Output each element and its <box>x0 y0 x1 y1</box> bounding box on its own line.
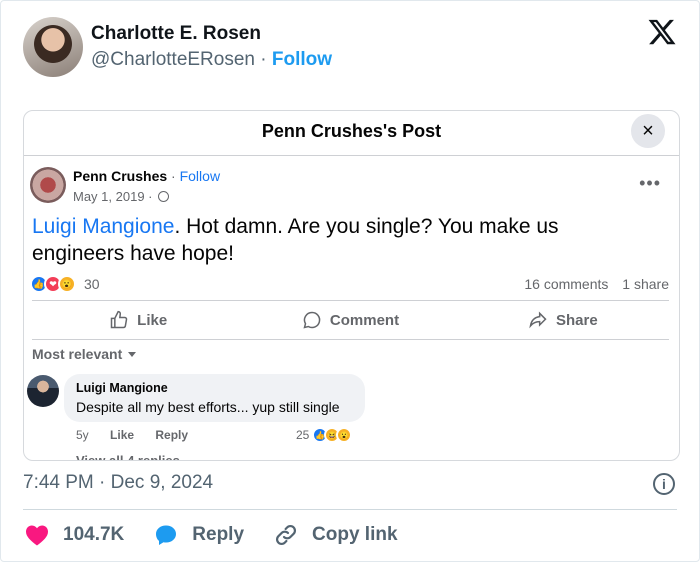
reply-label: Reply <box>192 524 245 545</box>
like-button[interactable]: Like <box>32 303 244 337</box>
comment-bubble: Luigi Mangione Despite all my best effor… <box>64 374 365 422</box>
comments-count[interactable]: 16 comments <box>524 276 608 292</box>
comment-meta: 5y Like Reply <box>76 428 206 442</box>
chevron-down-icon <box>128 352 137 357</box>
divider <box>24 155 679 156</box>
close-icon[interactable]: × <box>631 114 665 148</box>
embedded-facebook-post[interactable]: Penn Crushes's Post × Penn Crushes · Fol… <box>23 110 680 461</box>
commenter-avatar[interactable] <box>27 375 59 407</box>
author-avatar[interactable] <box>23 17 83 77</box>
comment-like-button[interactable]: Like <box>110 428 134 442</box>
copy-link-button[interactable]: Copy link <box>274 523 398 547</box>
mention-link[interactable]: Luigi Mangione <box>32 215 174 238</box>
follow-button[interactable]: Follow <box>272 49 332 70</box>
info-icon[interactable]: i <box>653 473 675 495</box>
page-follow-button[interactable]: Follow <box>180 168 220 184</box>
author-handle-line: @CharlotteERosen · Follow <box>91 49 332 71</box>
post-date: May 1, 2019 · <box>73 189 170 204</box>
comment-reaction-count: 25 <box>296 428 310 442</box>
wow-reaction-icon: 😮 <box>336 427 353 443</box>
author-handle[interactable]: @CharlotteERosen <box>91 49 255 70</box>
page-header: Penn Crushes · Follow <box>73 168 220 184</box>
reply-bubble-icon <box>156 525 177 545</box>
reaction-count: 30 <box>84 276 100 292</box>
comment-author[interactable]: Luigi Mangione <box>76 381 353 395</box>
tweet-actions: 104.7K Reply Copy link <box>25 521 428 549</box>
post-text: Luigi Mangione. Hot damn. Are you single… <box>32 213 632 267</box>
share-label: Share <box>555 311 598 329</box>
page-separator: · <box>171 168 176 184</box>
comment-button[interactable]: Comment <box>244 303 456 337</box>
comment-sort-dropdown[interactable]: Most relevant <box>32 346 137 362</box>
link-icon <box>276 524 297 546</box>
like-tweet-button[interactable]: 104.7K <box>25 524 124 546</box>
page-name[interactable]: Penn Crushes <box>73 168 167 184</box>
comment-reactions[interactable]: 25 👍 😆 😮 <box>296 427 353 443</box>
comment-age[interactable]: 5y <box>76 428 89 442</box>
post-actions: Like Comment Share <box>32 303 669 337</box>
more-options-icon[interactable]: ••• <box>639 173 661 194</box>
divider <box>32 300 669 301</box>
tweet-embed: Charlotte E. Rosen @CharlotteERosen · Fo… <box>0 0 700 562</box>
copy-link-label: Copy link <box>312 524 398 545</box>
view-replies-link[interactable]: View all 4 replies <box>76 453 180 460</box>
divider <box>23 509 677 510</box>
author-name[interactable]: Charlotte E. Rosen <box>91 23 261 45</box>
wow-reaction-icon: 😮 <box>58 275 76 293</box>
share-button[interactable]: Share <box>457 303 669 337</box>
thumbs-up-icon <box>110 310 128 329</box>
comment-text: Despite all my best efforts... yup still… <box>76 399 340 415</box>
comment-label: Comment <box>329 311 400 329</box>
reaction-summary[interactable]: 👍 ❤ 😮 30 <box>30 275 100 293</box>
shares-count[interactable]: 1 share <box>622 276 669 292</box>
comment-reply-button[interactable]: Reply <box>155 428 188 442</box>
post-date-text[interactable]: May 1, 2019 · <box>73 189 153 204</box>
share-arrow-icon <box>529 311 547 329</box>
post-dialog-title: Penn Crushes's Post <box>261 121 442 141</box>
handle-separator: · <box>260 49 267 70</box>
x-logo-icon[interactable] <box>647 17 677 47</box>
tweet-timestamp[interactable]: 7:44 PM · Dec 9, 2024 <box>23 472 213 494</box>
heart-icon <box>26 525 48 546</box>
divider <box>32 339 669 340</box>
post-stats: 16 comments 1 share <box>524 276 669 292</box>
reply-button[interactable]: Reply <box>154 523 244 547</box>
like-count: 104.7K <box>63 524 125 545</box>
sort-label: Most relevant <box>32 346 123 362</box>
globe-icon <box>158 191 170 202</box>
comment-bubble-icon <box>303 311 321 329</box>
like-label: Like <box>137 311 168 329</box>
page-avatar[interactable] <box>30 167 66 203</box>
